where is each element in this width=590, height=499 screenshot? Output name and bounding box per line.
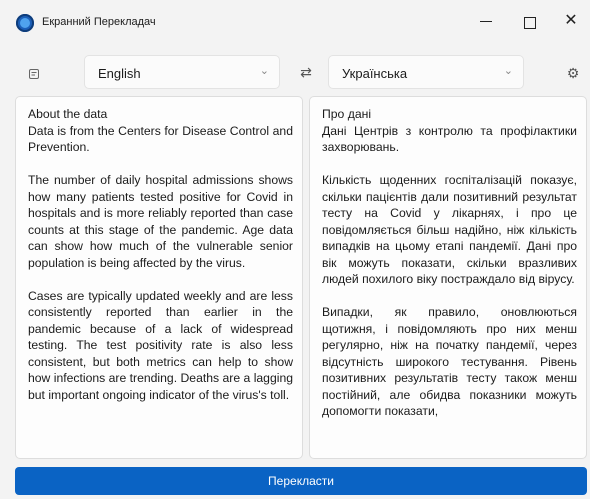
chevron-down-icon: ⌄: [259, 65, 269, 77]
window-title: Екранний Перекладач: [42, 16, 156, 28]
source-text-panel[interactable]: About the data Data is from the Centers …: [15, 96, 303, 459]
document-icon-svg: [29, 69, 39, 79]
close-icon: ✕: [564, 12, 578, 29]
source-language-value: English: [98, 66, 141, 81]
swap-icon[interactable]: ⇄: [298, 64, 314, 80]
target-language-value: Українська: [342, 66, 408, 81]
target-language-select[interactable]: Українська ⌄: [328, 55, 524, 89]
close-button[interactable]: ✕: [552, 0, 590, 40]
translation-text-panel[interactable]: Про дані Дані Центрів з контролю та проф…: [309, 96, 587, 459]
minimize-button[interactable]: [464, 0, 508, 40]
translate-button[interactable]: Перекласти: [15, 467, 587, 495]
source-language-select[interactable]: English ⌄: [84, 55, 280, 89]
translated-text: Про дані Дані Центрів з контролю та проф…: [322, 107, 577, 418]
minimize-icon: [480, 20, 492, 22]
maximize-icon: [524, 17, 536, 29]
settings-gear-icon[interactable]: ⚙: [565, 65, 581, 81]
maximize-button[interactable]: [508, 0, 552, 40]
title-bar: Екранний Перекладач ✕: [0, 0, 590, 44]
source-text[interactable]: About the data Data is from the Centers …: [16, 97, 302, 403]
chevron-down-icon: ⌄: [503, 65, 513, 77]
app-globe-icon: [16, 14, 34, 32]
document-icon[interactable]: [26, 66, 42, 82]
language-toolbar: English ⌄ ⇄ Українська ⌄ ⚙: [0, 52, 590, 96]
